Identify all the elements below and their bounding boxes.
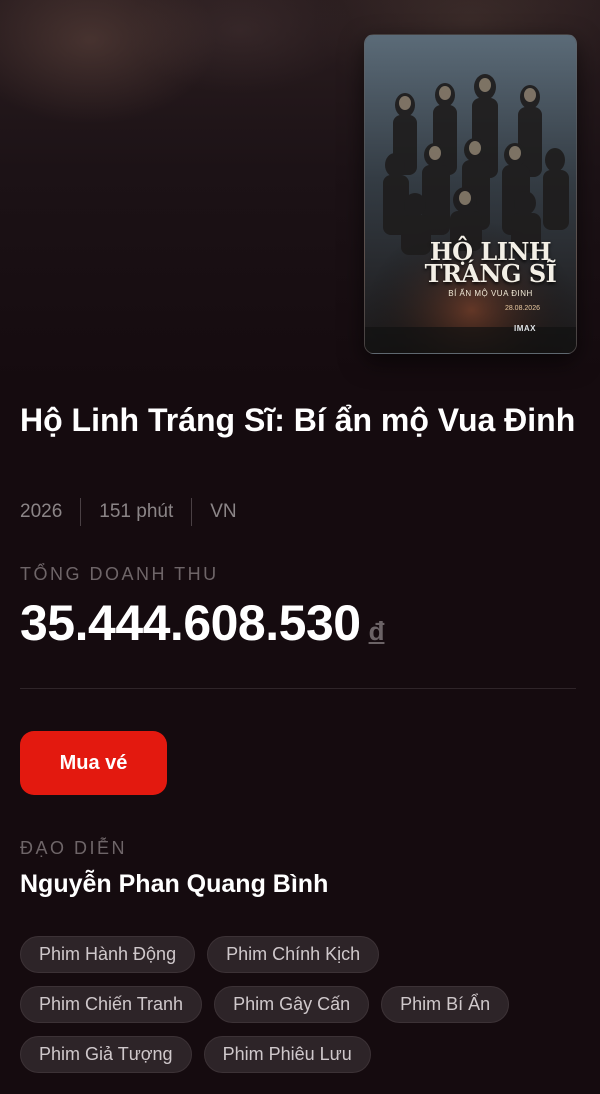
genre-chip-drama[interactable]: Phim Chính Kịch <box>207 936 380 973</box>
movie-country: VN <box>210 501 237 522</box>
revenue-amount: 35.444.608.530 đ <box>20 594 384 652</box>
genre-row: Phim Chiến Tranh Phim Gây Cấn Phim Bí Ẩn <box>20 986 580 1023</box>
section-divider <box>20 688 576 689</box>
poster-artwork <box>365 35 576 353</box>
revenue-label: TỔNG DOANH THU <box>20 564 219 584</box>
movie-meta: 2026 151 phút VN <box>20 498 255 526</box>
genre-chip-action[interactable]: Phim Hành Động <box>20 936 196 973</box>
poster-imax-logo: IMAX <box>514 324 536 333</box>
genre-chip-fantasy[interactable]: Phim Giả Tượng <box>20 1036 192 1073</box>
genre-row: Phim Hành Động Phim Chính Kịch <box>20 936 580 973</box>
genre-chip-mystery[interactable]: Phim Bí Ẩn <box>381 986 510 1023</box>
poster-release-date: 28.08.2026 <box>504 305 540 312</box>
revenue-value: 35.444.608.530 <box>20 595 361 651</box>
director-label: ĐẠO DIỄN <box>20 838 128 858</box>
genre-chip-thriller[interactable]: Phim Gây Cấn <box>214 986 370 1023</box>
poster-title: HỘ LINH TRÁNG SĨ <box>424 237 557 288</box>
poster-subtitle: BÍ ẨN MỘ VUA ĐINH <box>448 289 533 298</box>
movie-title: Hộ Linh Tráng Sĩ: Bí ẩn mộ Vua Đinh <box>20 402 576 438</box>
genre-chip-adventure[interactable]: Phim Phiêu Lưu <box>203 1036 371 1073</box>
buy-ticket-button[interactable]: Mua vé <box>20 731 167 795</box>
movie-poster[interactable]: HỘ LINH TRÁNG SĨ BÍ ẨN MỘ VUA ĐINH 28.08… <box>364 34 577 354</box>
genre-row: Phim Giả Tượng Phim Phiêu Lưu <box>20 1036 580 1073</box>
genre-list: Phim Hành Động Phim Chính Kịch Phim Chiế… <box>20 936 580 1086</box>
director-name[interactable]: Nguyễn Phan Quang Bình <box>20 870 328 899</box>
movie-detail-page: HỘ LINH TRÁNG SĨ BÍ ẨN MỘ VUA ĐINH 28.08… <box>0 0 600 1094</box>
currency-unit: đ <box>368 616 385 646</box>
movie-duration: 151 phút <box>99 501 174 522</box>
genre-chip-war[interactable]: Phim Chiến Tranh <box>20 986 203 1023</box>
movie-year: 2026 <box>20 501 63 522</box>
